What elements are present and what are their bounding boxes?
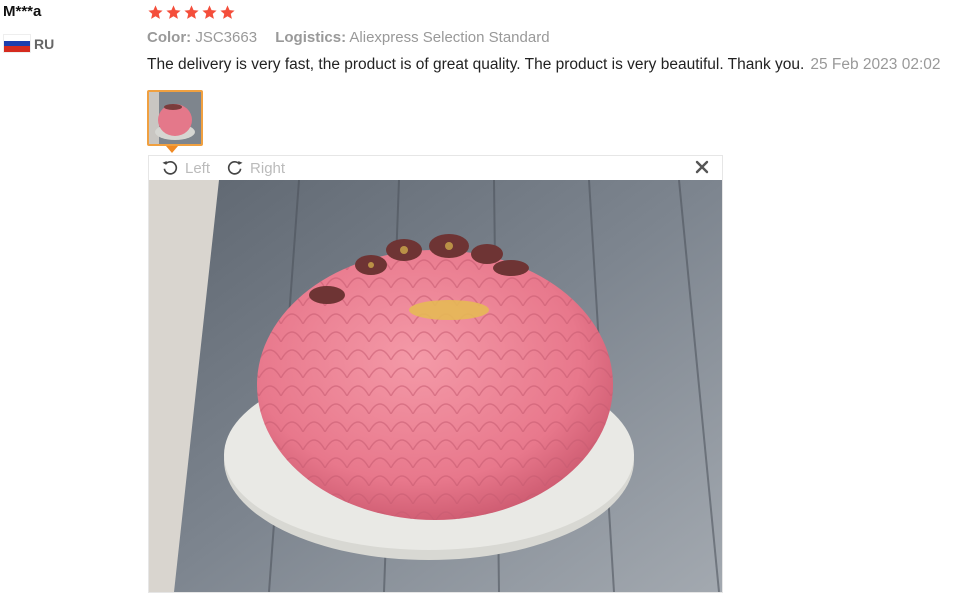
review-date: 25 Feb 2023 02:02: [810, 56, 941, 73]
cake-photo-image: [149, 180, 722, 592]
viewer-toolbar: Left Right: [149, 156, 722, 180]
star-icon: [184, 5, 199, 19]
purchase-details: Color: JSC3663 Logistics: Aliexpress Sel…: [147, 28, 960, 48]
star-icon: [148, 5, 163, 19]
color-value: JSC3663: [195, 29, 258, 46]
review-comment: The delivery is very fast, the product i…: [147, 55, 960, 75]
reviewer-info: M***a RU: [3, 2, 133, 53]
close-icon[interactable]: [694, 159, 710, 175]
rotate-right-button[interactable]: Right: [226, 159, 285, 177]
country-code: RU: [34, 35, 55, 52]
cake-thumbnail-image: [149, 92, 201, 144]
logistics-label: Logistics:: [275, 29, 347, 46]
review-body: Color: JSC3663 Logistics: Aliexpress Sel…: [147, 0, 960, 75]
photo-viewer: Left Right: [148, 155, 723, 593]
star-icon: [220, 5, 235, 19]
rotate-left-icon: [162, 160, 178, 175]
review-photo: [149, 180, 722, 592]
reviewer-country: RU: [3, 34, 133, 53]
logistics-value: Aliexpress Selection Standard: [349, 29, 550, 46]
thumbnail-pointer-icon: [166, 146, 178, 153]
rotate-left-button[interactable]: Left: [161, 159, 210, 177]
star-rating: [147, 0, 960, 25]
review-text: The delivery is very fast, the product i…: [147, 56, 805, 73]
star-icon: [202, 5, 217, 19]
russia-flag-icon: [3, 34, 31, 53]
rotate-right-label: Right: [250, 159, 286, 177]
rotate-left-label: Left: [185, 159, 211, 177]
rotate-right-icon: [227, 160, 243, 175]
star-icon: [166, 5, 181, 19]
reviewer-name: M***a: [3, 3, 42, 20]
color-label: Color:: [147, 29, 192, 46]
review-photo-thumbnail[interactable]: [147, 90, 203, 146]
